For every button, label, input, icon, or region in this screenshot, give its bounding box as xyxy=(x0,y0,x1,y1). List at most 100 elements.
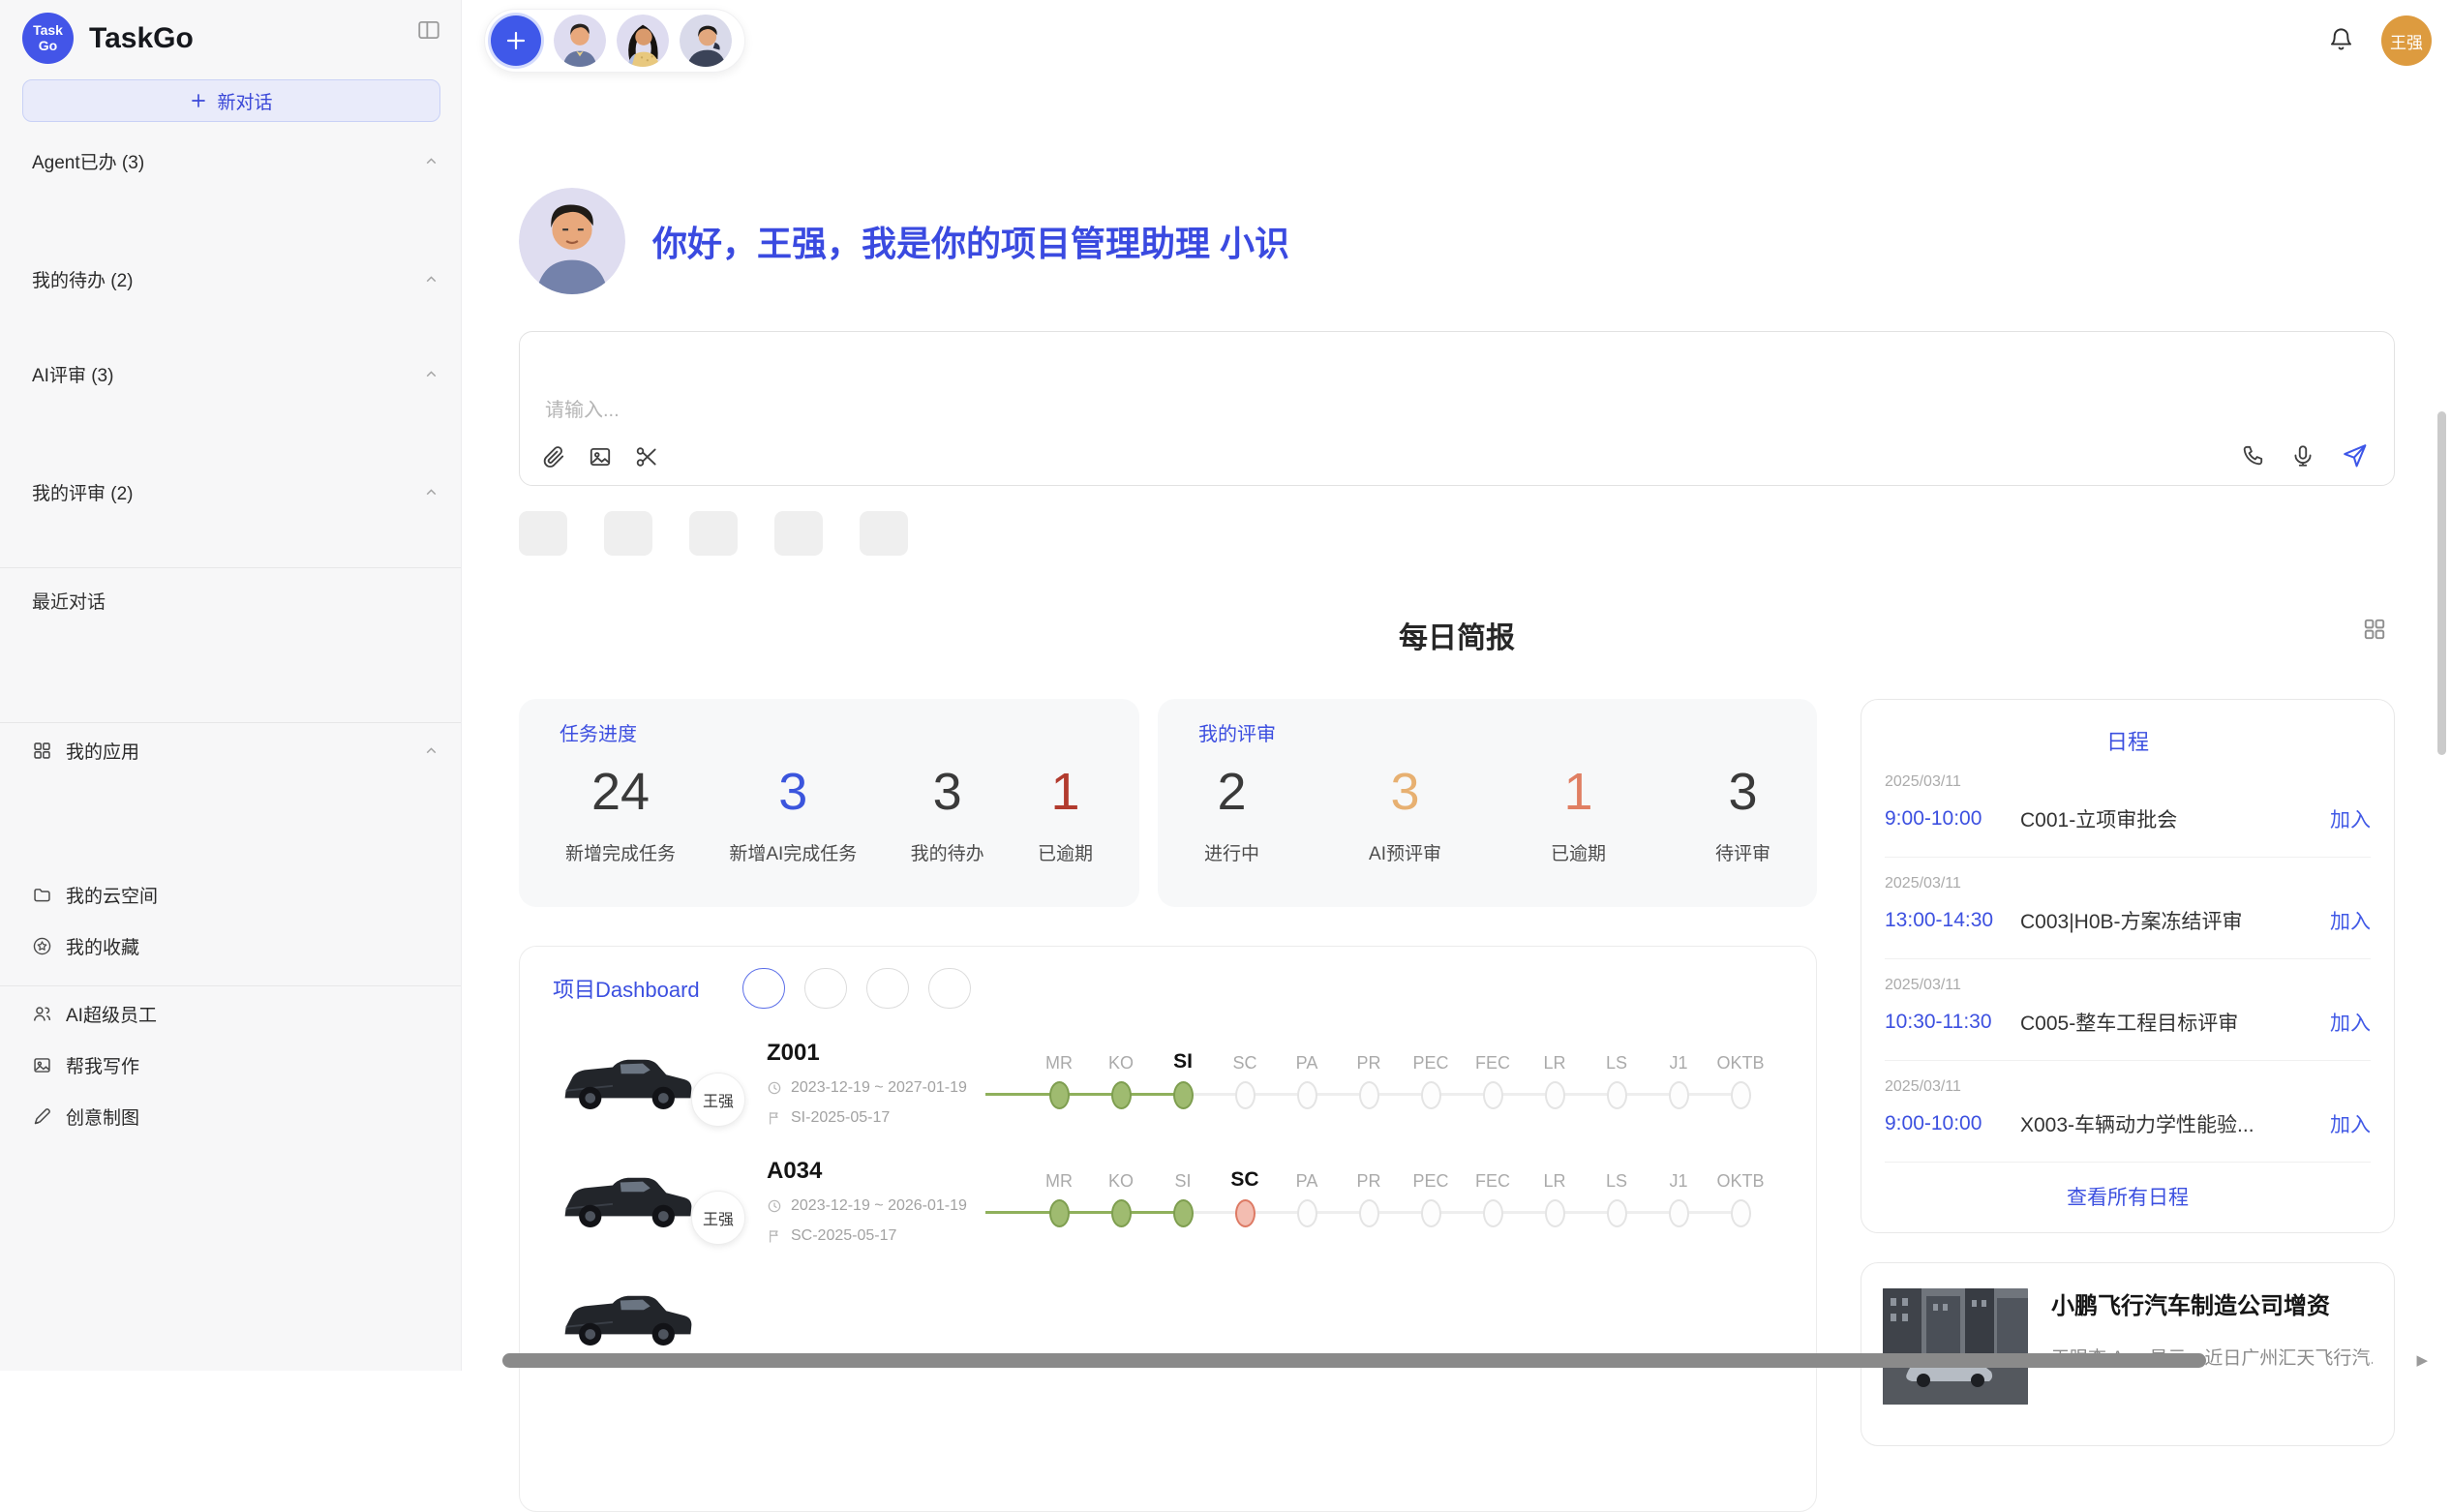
milestone-lr: LR xyxy=(1524,1165,1586,1227)
plus-icon xyxy=(190,92,207,109)
agent-avatar-2[interactable] xyxy=(617,15,669,67)
sidebar-item[interactable] xyxy=(32,530,439,554)
grid-icon xyxy=(32,741,52,761)
suggestion-chip[interactable] xyxy=(689,511,738,556)
dashboard-tab[interactable] xyxy=(928,968,971,1009)
sidebar-item[interactable] xyxy=(32,823,439,846)
sidebar-collapse-button[interactable] xyxy=(416,17,441,45)
project-row-partial xyxy=(553,1274,1783,1359)
suggestion-chip[interactable] xyxy=(860,511,908,556)
chevron-up-icon[interactable] xyxy=(423,366,439,382)
event-join-button[interactable]: 加入 xyxy=(2330,1008,2371,1037)
stat: 2 进行中 xyxy=(1204,762,1259,865)
project-code: A034 xyxy=(767,1158,1028,1185)
stat-value: 2 xyxy=(1204,762,1259,822)
sidebar-item[interactable] xyxy=(32,412,439,436)
suggestion-chip[interactable] xyxy=(604,511,652,556)
sidebar-item-ai-super-staff[interactable]: AI超级员工 xyxy=(32,988,439,1040)
sidebar-item-favorites[interactable]: 我的收藏 xyxy=(32,921,439,972)
section-title: 我的评审 (2) xyxy=(32,479,134,505)
greeting-block: 你好，王强，我是你的项目管理助理 小识 xyxy=(519,188,2395,294)
call-button[interactable] xyxy=(2240,443,2265,469)
chevron-up-icon[interactable] xyxy=(423,742,439,759)
milestone-node xyxy=(1731,1081,1751,1109)
sidebar-item[interactable] xyxy=(32,685,439,709)
milestone-timeline: MR KO SI SC PA PR PEC FEC LR LS xyxy=(1028,1165,1783,1227)
event-join-button[interactable]: 加入 xyxy=(2330,804,2371,833)
sidebar-item[interactable] xyxy=(32,223,439,246)
milestone-node xyxy=(1359,1199,1379,1227)
sidebar-section-header[interactable]: 我的待办 (2) xyxy=(32,266,439,292)
stat: 3 新增AI完成任务 xyxy=(729,762,857,865)
sidebar-item[interactable] xyxy=(32,507,439,530)
sidebar-item[interactable] xyxy=(32,662,439,685)
milestone-oktb: OKTB xyxy=(1710,1165,1771,1227)
sidebar-item-my-apps[interactable]: 我的应用 xyxy=(32,725,439,776)
sidebar-section-header[interactable]: AI评审 (3) xyxy=(32,361,439,387)
sidebar-divider xyxy=(0,567,461,568)
event-join-button[interactable]: 加入 xyxy=(2330,1109,2371,1138)
agent-avatar-3[interactable] xyxy=(680,15,732,67)
sidebar-item[interactable] xyxy=(32,436,439,459)
sidebar: Task Go TaskGo 新对话 Agent已办 (3) 我的待办 (2) … xyxy=(0,0,462,1371)
sidebar-item-cloud-space[interactable]: 我的云空间 xyxy=(32,869,439,921)
milestone-j1: J1 xyxy=(1648,1047,1710,1109)
agent-avatar-1[interactable] xyxy=(554,15,606,67)
user-avatar[interactable]: 王强 xyxy=(2381,15,2432,66)
vertical-scrollbar[interactable] xyxy=(2437,411,2446,755)
dashboard-tab[interactable] xyxy=(866,968,909,1009)
sidebar-item-creative-drawing[interactable]: 创意制图 xyxy=(32,1091,439,1142)
image-upload-button[interactable] xyxy=(588,444,613,469)
milestone-label: PR xyxy=(1356,1165,1380,1192)
project-row[interactable]: 王强 A034 2023-12-19 ~ 2026-01-19 SC-2025-… xyxy=(553,1156,1783,1245)
milestone-label: OKTB xyxy=(1716,1047,1764,1074)
attach-button[interactable] xyxy=(541,444,566,469)
milestone-node xyxy=(1731,1199,1751,1227)
sidebar-item-writing-helper[interactable]: 帮我写作 xyxy=(32,1040,439,1091)
chevron-up-icon[interactable] xyxy=(423,153,439,169)
sidebar-item[interactable] xyxy=(32,846,439,869)
sidebar-item[interactable] xyxy=(32,776,439,800)
scrollbar-right-arrow[interactable]: ▶ xyxy=(2416,1351,2428,1369)
suggestion-chip[interactable] xyxy=(774,511,823,556)
sidebar-item[interactable] xyxy=(32,389,439,412)
chat-input[interactable]: 请输入... xyxy=(519,331,2395,486)
sidebar-item[interactable] xyxy=(32,176,439,199)
project-row[interactable]: 王强 Z001 2023-12-19 ~ 2027-01-19 SI-2025-… xyxy=(553,1038,1783,1127)
event-join-button[interactable]: 加入 xyxy=(2330,906,2371,935)
suggestion-chip[interactable] xyxy=(519,511,567,556)
milestone-node xyxy=(1359,1081,1379,1109)
sidebar-item[interactable] xyxy=(32,639,439,662)
schedule-event: 2025/03/11 9:00-10:00 X003-车辆动力学性能验... 加… xyxy=(1885,1061,2371,1163)
stat-card: 我的评审 2 进行中 3 AI预评审 1 已逾期 3 待评审 xyxy=(1158,699,1817,907)
view-all-schedule-link[interactable]: 查看所有日程 xyxy=(1885,1163,2371,1219)
sidebar-item[interactable] xyxy=(32,199,439,223)
sidebar-section-header[interactable]: 我的评审 (2) xyxy=(32,479,439,505)
recent-chats-header: 最近对话 xyxy=(32,588,439,614)
notifications-button[interactable] xyxy=(2328,26,2354,55)
sidebar-item[interactable] xyxy=(32,616,439,639)
milestone-node xyxy=(1669,1081,1689,1109)
chevron-up-icon[interactable] xyxy=(423,271,439,287)
voice-button[interactable] xyxy=(2290,443,2315,469)
horizontal-scrollbar[interactable] xyxy=(502,1353,2206,1368)
milestone-label: PR xyxy=(1356,1047,1380,1074)
sidebar-item[interactable] xyxy=(32,800,439,823)
chevron-up-icon[interactable] xyxy=(423,484,439,500)
sidebar-item[interactable] xyxy=(32,294,439,318)
screenshot-button[interactable] xyxy=(634,444,659,469)
sidebar-link-label: 我的云空间 xyxy=(66,882,158,908)
section-title: Agent已办 (3) xyxy=(32,148,144,174)
dashboard-tab[interactable] xyxy=(804,968,847,1009)
news-title: 小鹏飞行汽车制造公司增资 xyxy=(2051,1286,2373,1320)
dashboard-tab[interactable] xyxy=(742,968,785,1009)
taskgo-logo: Task Go xyxy=(22,13,74,64)
briefing-layout-button[interactable] xyxy=(2356,616,2393,646)
right-column: 日程 2025/03/11 9:00-10:00 C001-立项审批会 加入 2… xyxy=(1861,699,2395,1512)
add-agent-button[interactable] xyxy=(491,15,541,66)
new-chat-button[interactable]: 新对话 xyxy=(22,79,440,122)
send-button[interactable] xyxy=(2341,441,2369,469)
sidebar-item[interactable] xyxy=(32,318,439,341)
sidebar-section-header[interactable]: Agent已办 (3) xyxy=(32,148,439,174)
project-dashboard-card: 项目Dashboard 王强 Z001 2023-12-19 ~ 2027-01… xyxy=(519,946,1817,1512)
